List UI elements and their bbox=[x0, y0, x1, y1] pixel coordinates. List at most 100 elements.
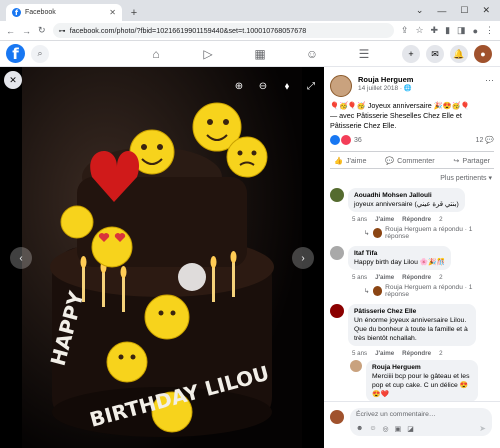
comment-input[interactable]: Écrivez un commentaire… ☻ ☺ ◎ ▣ ◪ ➤ bbox=[350, 408, 492, 436]
reaction-count[interactable]: 36 bbox=[354, 137, 362, 144]
comment-placeholder: Écrivez un commentaire… bbox=[356, 411, 436, 418]
maximize-icon[interactable]: ☐ bbox=[460, 5, 468, 16]
comment-bubble-icon: 💬 bbox=[385, 155, 395, 165]
close-window-icon[interactable]: ✕ bbox=[482, 5, 490, 16]
camera-icon[interactable]: ◎ bbox=[383, 425, 389, 433]
replier-name[interactable]: Rouja Herguem bbox=[372, 363, 472, 372]
account-avatar[interactable]: ● bbox=[474, 45, 492, 63]
more-options-icon[interactable]: ⋯ bbox=[485, 75, 494, 97]
gif-icon[interactable]: ▣ bbox=[395, 425, 402, 433]
replier-avatar[interactable] bbox=[350, 360, 362, 372]
like-button[interactable]: 👍 J'aime bbox=[334, 156, 367, 165]
commenter-avatar[interactable] bbox=[330, 246, 344, 260]
facebook-logo-icon[interactable]: f bbox=[6, 44, 25, 63]
view-replies[interactable]: ↳ Rouja Herguem a répondu · 1 réponse bbox=[324, 223, 500, 243]
share-arrow-icon: ↪ bbox=[453, 155, 460, 165]
comment: Pâtisserie Chez Elle Un énorme joyeux an… bbox=[324, 301, 500, 349]
post-date[interactable]: 14 juillet 2018 · 🌐 bbox=[358, 84, 413, 92]
create-plus-icon[interactable]: + bbox=[402, 45, 420, 63]
comment-text: joyeux anniversaire (بنتي قرة عيني) bbox=[354, 201, 459, 208]
zoom-in-icon[interactable]: ⊕ bbox=[230, 77, 248, 95]
marketplace-icon[interactable]: ▦ bbox=[234, 41, 286, 67]
address-bar-row: ← → ↻ ⊶ facebook.com/photo/?fbid=1021661… bbox=[0, 21, 500, 41]
commenter-avatar[interactable] bbox=[330, 304, 344, 318]
notifications-bell-icon[interactable]: 🔔 bbox=[450, 45, 468, 63]
bookmark-star-icon[interactable]: ☆ bbox=[415, 25, 423, 36]
send-icon[interactable]: ➤ bbox=[479, 424, 486, 433]
share-icon[interactable]: ⇪ bbox=[401, 25, 409, 36]
chevron-down-icon[interactable]: ⌄ bbox=[416, 5, 424, 16]
extensions-icon[interactable]: ✚ bbox=[431, 25, 439, 36]
next-photo-icon[interactable]: › bbox=[292, 247, 314, 269]
cake-photo: HAPPY BIRTHDAY LILOU bbox=[22, 67, 302, 448]
share-button[interactable]: ↪ Partager bbox=[453, 156, 490, 165]
replier-avatar bbox=[372, 286, 383, 296]
comment-text: Happy birth day Lilou 🌸🎉🎊 bbox=[354, 259, 446, 266]
my-avatar bbox=[330, 410, 344, 424]
previous-photo-icon[interactable]: ‹ bbox=[10, 247, 32, 269]
comment-react-count[interactable]: 2 bbox=[439, 350, 442, 357]
url-field[interactable]: ⊶ facebook.com/photo/?fbid=1021661990115… bbox=[52, 23, 394, 38]
reply-preview[interactable]: Rouja Herguem a répondu · 1 réponse bbox=[385, 284, 494, 298]
author-avatar[interactable] bbox=[330, 75, 352, 97]
home-icon[interactable]: ⌂ bbox=[130, 41, 182, 67]
site-info-icon[interactable]: ⊶ bbox=[59, 26, 66, 35]
sidebar-icon[interactable]: ◨ bbox=[457, 25, 466, 36]
post-with-text: — avec Pâtisserie Sheselles Chez Elle et… bbox=[330, 111, 462, 130]
reply-arrow-icon: ↳ bbox=[364, 288, 370, 295]
fullscreen-icon[interactable]: ⤢ bbox=[302, 77, 320, 95]
commenter-name[interactable]: Itaf Tifa bbox=[354, 249, 445, 258]
commenter-name[interactable]: Pâtisserie Chez Elle bbox=[354, 307, 470, 316]
minimize-icon[interactable]: — bbox=[437, 6, 446, 16]
forward-arrow-icon[interactable]: → bbox=[22, 26, 31, 36]
comment-bubble: Aouadhi Mohsen Jallouli joyeux anniversa… bbox=[348, 188, 465, 212]
menu-icon[interactable]: ☰ bbox=[338, 41, 390, 67]
tag-icon[interactable]: ⬧ bbox=[278, 77, 296, 95]
kebab-menu-icon[interactable]: ⋮ bbox=[485, 25, 494, 36]
reading-list-icon[interactable]: ▮ bbox=[445, 25, 450, 36]
reactions-summary[interactable]: 36 12 💬 bbox=[324, 131, 500, 149]
comment-button[interactable]: 💬 Commenter bbox=[385, 156, 435, 165]
search-icon[interactable]: ⌕ bbox=[31, 44, 49, 63]
comment-like-link[interactable]: J'aime bbox=[375, 216, 394, 223]
composer-tools: ☻ ☺ ◎ ▣ ◪ bbox=[356, 425, 414, 433]
groups-icon[interactable]: ☺ bbox=[286, 41, 338, 67]
new-tab-button[interactable]: + bbox=[126, 4, 142, 21]
photo-viewer: ✕ HAPPY BIRTHDAY LILOU ⊕ ⊖ ⬧ ⤢ ‹ › bbox=[0, 67, 324, 448]
tab-title: Facebook bbox=[25, 9, 56, 16]
close-tab-icon[interactable]: ✕ bbox=[109, 8, 116, 17]
comment-age[interactable]: 5 ans bbox=[352, 350, 367, 357]
view-replies[interactable]: ↳ Rouja Herguem a répondu · 1 réponse bbox=[324, 281, 500, 301]
comment-like-link[interactable]: J'aime bbox=[375, 350, 394, 357]
comment-react-count[interactable]: 2 bbox=[439, 216, 442, 223]
profile-icon[interactable]: ● bbox=[473, 26, 478, 36]
browser-tab[interactable]: f Facebook ✕ bbox=[6, 4, 122, 21]
comment-age[interactable]: 5 ans bbox=[352, 216, 367, 223]
sticker-icon[interactable]: ◪ bbox=[407, 425, 414, 433]
emoji-icon[interactable]: ☺ bbox=[369, 425, 376, 433]
close-viewer-icon[interactable]: ✕ bbox=[4, 71, 22, 89]
back-arrow-icon[interactable]: ← bbox=[6, 26, 15, 36]
post-sidebar: Rouja Herguem 14 juillet 2018 · 🌐 ⋯ 🎈🥳🎈🥳… bbox=[324, 67, 500, 448]
commenter-name[interactable]: Aouadhi Mohsen Jallouli bbox=[354, 191, 459, 200]
messenger-icon[interactable]: ✉ bbox=[426, 45, 444, 63]
avatar-sticker-icon[interactable]: ☻ bbox=[356, 425, 363, 433]
comment-reply-link[interactable]: Répondre bbox=[402, 350, 431, 357]
reply-arrow-icon: ↳ bbox=[364, 230, 370, 237]
comment-reply-link[interactable]: Répondre bbox=[402, 274, 431, 281]
reply-preview[interactable]: Rouja Herguem a répondu · 1 réponse bbox=[385, 226, 494, 240]
zoom-out-icon[interactable]: ⊖ bbox=[254, 77, 272, 95]
comment-sort[interactable]: Plus pertinents ▾ bbox=[324, 171, 500, 185]
comment-reply-link[interactable]: Répondre bbox=[402, 216, 431, 223]
author-name[interactable]: Rouja Herguem bbox=[358, 75, 413, 84]
reload-icon[interactable]: ↻ bbox=[38, 25, 46, 36]
comment-count[interactable]: 12 💬 bbox=[476, 136, 494, 144]
share-label: Partager bbox=[462, 155, 490, 165]
comment-like-link[interactable]: J'aime bbox=[375, 274, 394, 281]
comment-age[interactable]: 5 ans bbox=[352, 274, 367, 281]
video-icon[interactable]: ▷ bbox=[182, 41, 234, 67]
comment-bubble: Pâtisserie Chez Elle Un énorme joyeux an… bbox=[348, 304, 476, 346]
comment-meta: 5 ans J'aime Répondre 2 bbox=[324, 350, 500, 357]
commenter-avatar[interactable] bbox=[330, 188, 344, 202]
comment-react-count[interactable]: 2 bbox=[439, 274, 442, 281]
